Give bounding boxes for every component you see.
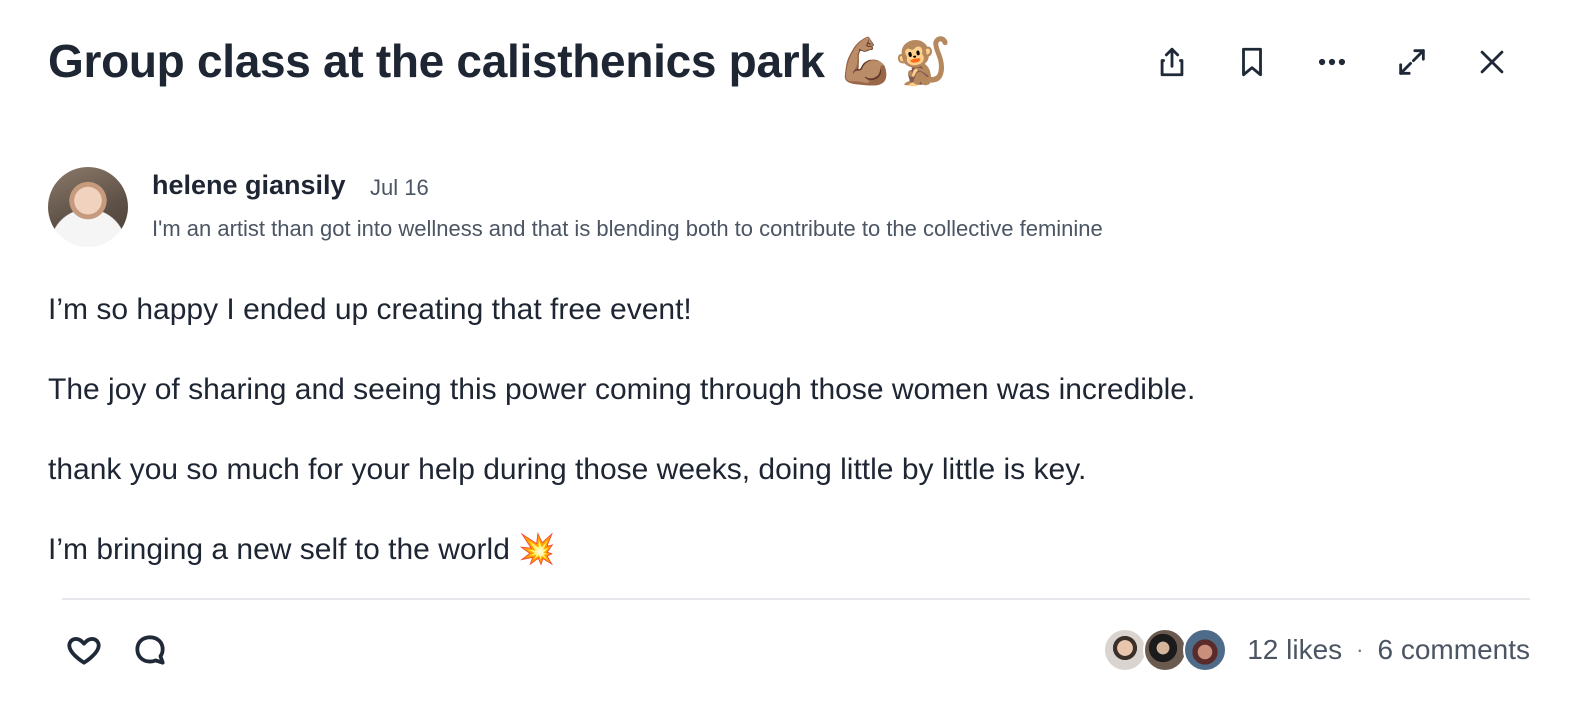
expand-icon (1399, 49, 1425, 75)
share-button[interactable] (1152, 42, 1192, 82)
more-options-button[interactable] (1312, 42, 1352, 82)
likes-count[interactable]: 12 likes (1247, 634, 1342, 666)
post-paragraph: The joy of sharing and seeing this power… (48, 373, 1196, 406)
bookmark-icon (1242, 47, 1262, 77)
post-paragraph: I’m so happy I ended up creating that fr… (48, 293, 692, 326)
close-icon (1480, 50, 1504, 74)
comments-count[interactable]: 6 comments (1378, 634, 1531, 666)
liker-avatar (1183, 628, 1228, 672)
author-avatar[interactable] (48, 167, 128, 247)
liker-avatars[interactable] (1103, 628, 1228, 672)
post-title: Group class at the calisthenics park 💪🏽🐒 (48, 35, 952, 87)
post-toolbar (1152, 42, 1512, 82)
close-button[interactable] (1472, 42, 1512, 82)
author-name[interactable]: helene giansily (152, 170, 346, 201)
bookmark-button[interactable] (1232, 42, 1272, 82)
heart-icon (67, 637, 101, 665)
reaction-buttons (62, 628, 172, 672)
separator-dot: · (1356, 637, 1364, 662)
post-footer: 12 likes · 6 comments (62, 620, 1530, 680)
liker-avatar (1143, 628, 1188, 672)
comment-icon (135, 635, 165, 665)
author-block: helene giansily Jul 16 I'm an artist tha… (48, 167, 1512, 249)
more-icon (1318, 58, 1346, 66)
post-header: Group class at the calisthenics park 💪🏽🐒 (48, 30, 1512, 100)
post-date: Jul 16 (370, 175, 429, 200)
author-bio: I'm an artist than got into wellness and… (152, 216, 1103, 241)
engagement-summary: 12 likes · 6 comments (1103, 628, 1531, 672)
liker-avatar (1103, 628, 1148, 672)
post-paragraph: I’m bringing a new self to the world 💥 (48, 533, 556, 566)
post-paragraph: thank you so much for your help during t… (48, 453, 1087, 486)
comment-button[interactable] (128, 628, 172, 672)
footer-divider (62, 598, 1530, 600)
post-body: I’m so happy I ended up creating that fr… (48, 290, 1512, 610)
share-icon (1160, 47, 1184, 77)
expand-button[interactable] (1392, 42, 1432, 82)
like-button[interactable] (62, 628, 106, 672)
